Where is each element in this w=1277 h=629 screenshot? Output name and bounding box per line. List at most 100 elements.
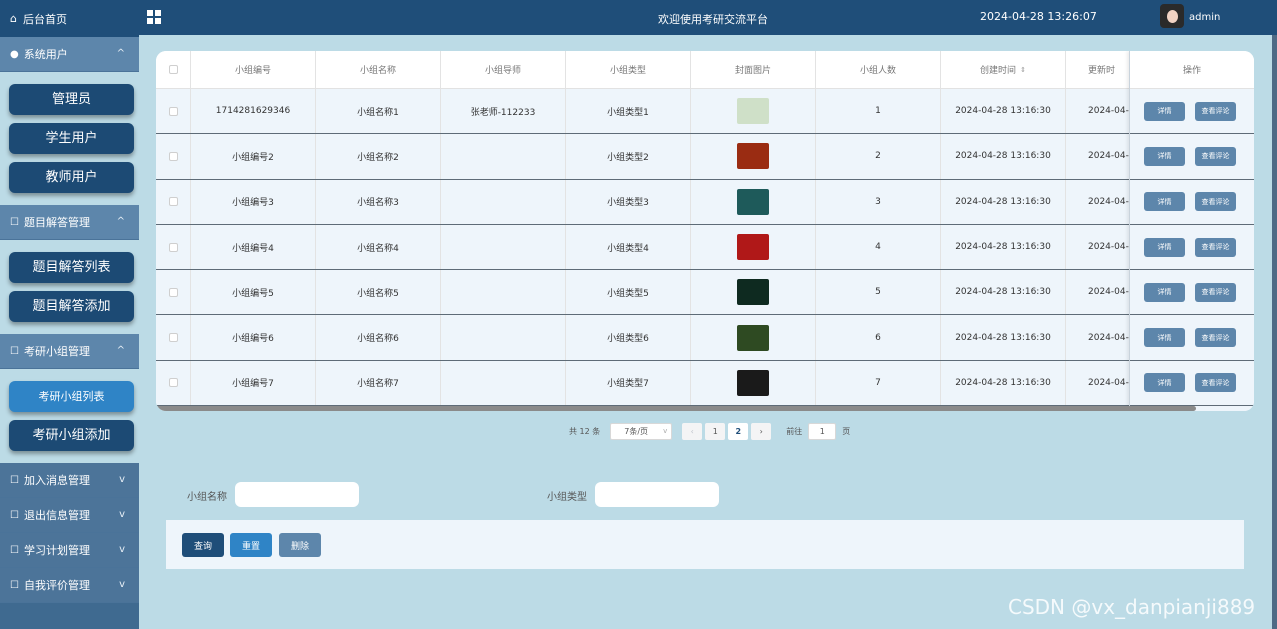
cell-group-code: 小组编号4 <box>191 224 316 270</box>
view-comments-button[interactable]: 查看评论 <box>1195 101 1236 121</box>
page-button-current[interactable]: 2 <box>728 422 749 440</box>
row-select-cell <box>156 134 191 179</box>
group-name-label: 小组名称 <box>187 492 227 503</box>
row-checkbox[interactable] <box>168 378 178 388</box>
cover-thumbnail[interactable] <box>737 279 769 306</box>
table-row[interactable]: 小组编号4 小组名称4 小组类型4 4 2024-04-28 13:16:30 2024-… <box>156 224 1254 271</box>
table-row[interactable]: 小组编号3 小组名称3 小组类型3 3 2024-04-28 13:16:30 2024-… <box>156 179 1254 225</box>
cover-thumbnail[interactable] <box>737 98 769 125</box>
cell-cover-image <box>691 270 816 315</box>
detail-button[interactable]: 详情 <box>1144 237 1185 257</box>
row-select-cell <box>156 270 191 315</box>
table-row[interactable]: 小组编号5 小组名称5 小组类型5 5 2024-04-28 13:16:30 2024-… <box>156 270 1254 316</box>
column-header: 操作 <box>1130 51 1254 89</box>
cover-thumbnail[interactable] <box>737 369 769 396</box>
horizontal-scrollbar[interactable] <box>156 406 1196 411</box>
row-checkbox[interactable] <box>168 333 178 343</box>
row-checkbox[interactable] <box>168 287 178 297</box>
sidebar-home[interactable]: ⌂ 后台首页 <box>0 0 139 37</box>
cell-group-mentor <box>441 134 566 179</box>
cell-updated-time: 2024-04-2 <box>1088 151 1130 162</box>
sidebar-item-answer-add[interactable]: 题目解答添加 <box>9 291 134 322</box>
detail-button[interactable]: 详情 <box>1144 101 1185 121</box>
table-row[interactable]: 1714281629346 小组名称1 张老师-112233 小组类型1 1 2024-0… <box>156 89 1254 135</box>
page-size-value: 7条/页 <box>624 426 649 436</box>
view-comments-button[interactable]: 查看评论 <box>1195 373 1236 393</box>
column-header-label: 创建时间 <box>980 66 1017 76</box>
sidebar-group-study-plans[interactable]: ☐ 学习计划管理 v <box>0 533 139 568</box>
detail-button[interactable]: 详情 <box>1144 328 1185 348</box>
goto-page-input[interactable]: 1 <box>808 422 837 440</box>
sidebar-group-system-users[interactable]: ● 系统用户 ^ <box>0 37 139 72</box>
select-all-checkbox[interactable] <box>168 65 178 74</box>
sidebar-item-answer-list[interactable]: 题目解答列表 <box>9 252 134 283</box>
reset-button[interactable]: 重置 <box>230 533 272 557</box>
sidebar-item-students[interactable]: 学生用户 <box>9 123 134 154</box>
cell-created-time: 2024-04-28 13:16:30 <box>941 224 1066 270</box>
row-checkbox[interactable] <box>168 106 178 116</box>
cell-group-code: 小组编号5 <box>191 270 316 315</box>
cover-thumbnail[interactable] <box>737 324 769 351</box>
user-avatar[interactable] <box>1160 4 1184 28</box>
menu-grid-icon[interactable] <box>147 10 161 24</box>
detail-button[interactable]: 详情 <box>1144 282 1185 302</box>
cell-group-mentor <box>441 270 566 315</box>
sidebar-submenu: 管理员 学生用户 教师用户 <box>0 72 139 205</box>
view-comments-button[interactable]: 查看评论 <box>1195 282 1236 302</box>
row-checkbox[interactable] <box>168 242 178 252</box>
sidebar-group-exit-info[interactable]: ☐ 退出信息管理 v <box>0 498 139 533</box>
column-header-sortable[interactable]: 创建时间 ⇕ <box>941 51 1066 88</box>
table-row[interactable]: 小组编号6 小组名称6 小组类型6 6 2024-04-28 13:16:30 2024-… <box>156 315 1254 361</box>
cover-thumbnail[interactable] <box>737 143 769 170</box>
vertical-scrollbar[interactable] <box>1272 35 1277 629</box>
username[interactable]: admin <box>1189 12 1220 23</box>
prev-page-button[interactable]: ‹ <box>682 422 703 440</box>
action-bar: 查询 重置 删除 <box>166 520 1244 569</box>
cell-member-count: 1 <box>816 89 941 134</box>
detail-button[interactable]: 详情 <box>1144 373 1185 393</box>
cell-member-count: 6 <box>816 315 941 360</box>
cell-member-count: 3 <box>816 179 941 224</box>
table-row[interactable]: 小组编号7 小组名称7 小组类型7 7 2024-04-28 13:16:30 2024-… <box>156 360 1254 407</box>
query-button[interactable]: 查询 <box>182 533 224 557</box>
sidebar-item-group-add[interactable]: 考研小组添加 <box>9 420 134 451</box>
sidebar-group-study-groups[interactable]: ☐ 考研小组管理 ^ <box>0 334 139 369</box>
row-select-cell <box>156 360 191 406</box>
cell-group-type: 小组类型4 <box>566 224 691 270</box>
sidebar-group-answers[interactable]: ☐ 题目解答管理 ^ <box>0 205 139 240</box>
view-comments-button[interactable]: 查看评论 <box>1195 192 1236 212</box>
view-comments-button[interactable]: 查看评论 <box>1195 328 1236 348</box>
detail-button[interactable]: 详情 <box>1144 192 1185 212</box>
sidebar-group-self-evaluation[interactable]: ☐ 自我评价管理 v <box>0 568 139 603</box>
row-checkbox[interactable] <box>168 197 178 207</box>
sidebar-group-label: 题目解答管理 <box>23 216 90 229</box>
user-icon: ● <box>10 48 19 60</box>
row-checkbox[interactable] <box>168 151 178 161</box>
sidebar-group-label: 系统用户 <box>23 48 68 61</box>
page-button[interactable]: 1 <box>705 422 726 440</box>
sidebar-item-admins[interactable]: 管理员 <box>9 84 134 115</box>
cell-group-name: 小组名称2 <box>316 134 441 179</box>
cover-thumbnail[interactable] <box>737 188 769 215</box>
sidebar-group-join-messages[interactable]: ☐ 加入消息管理 v <box>0 463 139 498</box>
table-row[interactable]: 小组编号2 小组名称2 小组类型2 2 2024-04-28 13:16:30 2024-… <box>156 134 1254 180</box>
group-name-input[interactable] <box>235 482 359 507</box>
delete-button[interactable]: 删除 <box>279 533 321 557</box>
sidebar-item-group-list[interactable]: 考研小组列表 <box>9 381 134 412</box>
column-header: 更新时 <box>1088 66 1116 76</box>
page-size-select[interactable]: 7条/页 v <box>610 422 673 440</box>
group-type-input[interactable] <box>595 482 719 507</box>
sidebar-home-label: 后台首页 <box>22 12 67 26</box>
sort-icon[interactable]: ⇕ <box>1020 66 1026 74</box>
cover-thumbnail[interactable] <box>737 234 769 261</box>
sidebar: ⌂ 后台首页 ● 系统用户 ^ 管理员 学生用户 教师用户 ☐ 题目解答管理 ^… <box>0 0 139 629</box>
sidebar-group-label: 退出信息管理 <box>23 509 90 522</box>
row-select-cell <box>156 179 191 224</box>
view-comments-button[interactable]: 查看评论 <box>1195 146 1236 166</box>
next-page-button[interactable]: › <box>751 422 772 440</box>
sidebar-item-teachers[interactable]: 教师用户 <box>9 162 134 193</box>
view-comments-button[interactable]: 查看评论 <box>1195 237 1236 257</box>
cell-group-type: 小组类型1 <box>566 89 691 134</box>
detail-button[interactable]: 详情 <box>1144 146 1185 166</box>
cell-member-count: 5 <box>816 270 941 315</box>
